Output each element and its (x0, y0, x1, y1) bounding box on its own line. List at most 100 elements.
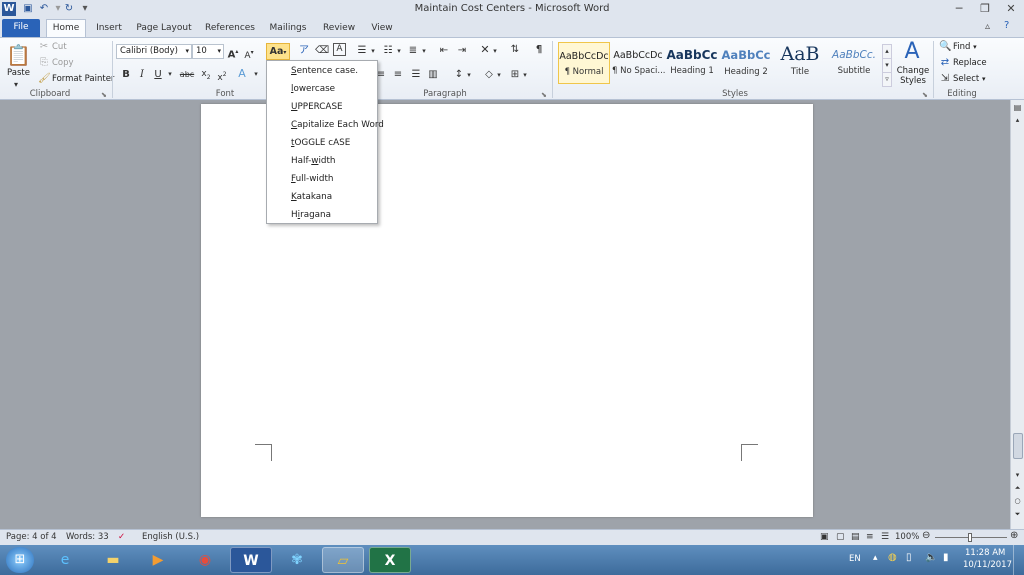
input-language[interactable]: EN (849, 554, 861, 564)
asian-layout-icon[interactable]: ✕ (478, 43, 492, 56)
change-styles-icon[interactable]: A (900, 40, 924, 64)
multilevel-list-icon[interactable]: ≣ (407, 44, 419, 57)
scroll-up-icon[interactable]: ▴ (1012, 114, 1023, 127)
format-painter-button[interactable]: Format Painter (52, 73, 114, 85)
tray-arrow-icon[interactable]: ▴ (873, 553, 878, 563)
zoom-out-icon[interactable]: ⊖ (922, 530, 930, 541)
change-case-option[interactable]: tOGGLE cASE (291, 138, 350, 148)
ruler-toggle-icon[interactable]: ▤ (1012, 101, 1023, 114)
print-layout-view-icon[interactable]: ▣ (820, 532, 829, 542)
media-player-icon[interactable]: ▶ (137, 547, 179, 573)
scroll-down-icon[interactable]: ▾ (1012, 469, 1023, 482)
style-heading-1[interactable]: AaBbCc Heading 1 (666, 42, 718, 84)
styles-more-icon[interactable]: ▿ (882, 72, 892, 87)
shading-dropdown-icon[interactable]: ▾ (496, 69, 502, 82)
underline-icon[interactable]: U (153, 68, 163, 81)
bold-icon[interactable]: B (121, 68, 131, 81)
italic-icon[interactable]: I (137, 68, 147, 81)
network-icon[interactable]: ▮ (943, 552, 949, 563)
folder-app-icon[interactable]: ▱ (322, 547, 364, 573)
borders-dropdown-icon[interactable]: ▾ (522, 69, 528, 82)
underline-dropdown-icon[interactable]: ▾ (166, 68, 174, 81)
cut-button[interactable]: Cut (52, 41, 67, 53)
line-spacing-icon[interactable]: ↕ (452, 68, 466, 81)
grow-font-icon[interactable]: A▴ (227, 45, 239, 61)
styles-scroll-up-icon[interactable]: ▴ (882, 44, 892, 59)
vertical-scrollbar[interactable]: ▤ ▴ ▾ ⏶ ○ ⏷ (1010, 100, 1024, 529)
shrink-font-icon[interactable]: A▾ (243, 46, 255, 63)
word-count[interactable]: Words: 33 (66, 532, 109, 542)
clock-date[interactable]: 10/11/2017 (963, 560, 1012, 570)
replace-button[interactable]: Replace (953, 57, 987, 69)
minimize-ribbon-icon[interactable]: ▵ (985, 21, 990, 32)
align-right-icon[interactable]: ≡ (392, 68, 404, 81)
styles-scroll-down-icon[interactable]: ▾ (882, 58, 892, 73)
change-case-option[interactable]: Hiragana (291, 210, 331, 220)
bullets-dropdown-icon[interactable]: ▾ (370, 45, 376, 58)
change-case-option[interactable]: Capitalize Each Word (291, 120, 384, 130)
page-count[interactable]: Page: 4 of 4 (6, 532, 57, 542)
zoom-in-icon[interactable]: ⊕ (1010, 530, 1018, 541)
scroll-thumb[interactable] (1013, 433, 1023, 459)
tab-view[interactable]: View (366, 20, 398, 37)
change-case-option[interactable]: Full-width (291, 174, 333, 184)
change-case-button[interactable]: Aa▾ (266, 43, 290, 60)
multilevel-dropdown-icon[interactable]: ▾ (421, 45, 427, 58)
increase-indent-icon[interactable]: ⇥ (455, 44, 469, 57)
web-layout-view-icon[interactable]: ▤ (851, 532, 860, 542)
proofing-icon[interactable]: ✓ (118, 532, 125, 542)
internet-explorer-icon[interactable]: e (44, 547, 86, 573)
character-border-icon[interactable]: A (333, 43, 346, 56)
tab-insert[interactable]: Insert (92, 20, 126, 37)
paste-button[interactable]: Paste (7, 67, 30, 79)
show-marks-icon[interactable]: ¶ (533, 43, 545, 56)
full-screen-view-icon[interactable]: ▢ (836, 532, 845, 542)
start-button[interactable]: ⊞ (6, 547, 34, 573)
copy-button[interactable]: Copy (52, 57, 74, 69)
previous-page-icon[interactable]: ⏶ (1012, 482, 1023, 495)
decrease-indent-icon[interactable]: ⇤ (437, 44, 451, 57)
browse-object-icon[interactable]: ○ (1012, 495, 1023, 508)
select-button[interactable]: Select ▾ (953, 73, 985, 85)
word-taskbar-icon[interactable]: W (230, 547, 272, 573)
text-effects-dropdown-icon[interactable]: ▾ (252, 68, 260, 81)
excel-taskbar-icon[interactable]: X (369, 547, 411, 573)
style-no-spacing[interactable]: AaBbCcDc ¶ No Spaci... (612, 42, 666, 84)
next-page-icon[interactable]: ⏷ (1012, 508, 1023, 521)
language-indicator[interactable]: English (U.S.) (142, 532, 199, 542)
change-case-option[interactable]: lowercase (291, 84, 335, 94)
text-effects-icon[interactable]: A (236, 67, 248, 80)
change-case-option[interactable]: UPPERCASE (291, 102, 343, 112)
chevron-down-icon[interactable]: ▾ (217, 45, 221, 58)
strikethrough-icon[interactable]: abc (179, 68, 195, 81)
tray-app-icon[interactable]: ◍ (888, 552, 897, 563)
zoom-level[interactable]: 100% (895, 532, 919, 542)
change-case-option[interactable]: Katakana (291, 192, 332, 202)
change-styles-button[interactable]: Change Styles (896, 66, 930, 86)
help-icon[interactable]: ? (1004, 20, 1009, 31)
paste-icon[interactable]: 📋 (6, 42, 31, 68)
tab-mailings[interactable]: Mailings (266, 20, 310, 37)
superscript-icon[interactable]: x2 (216, 68, 228, 85)
distributed-icon[interactable]: ▥ (427, 68, 439, 81)
volume-icon[interactable]: 🔈 (925, 552, 937, 563)
battery-icon[interactable]: ▯ (906, 552, 912, 563)
people-app-icon[interactable]: ✾ (276, 547, 318, 573)
tab-references[interactable]: References (202, 20, 258, 37)
font-size-combo[interactable]: 10 ▾ (192, 44, 224, 59)
phonetic-guide-icon[interactable]: ア (298, 44, 310, 57)
chrome-icon[interactable]: ◉ (184, 547, 226, 573)
find-button[interactable]: Find ▾ (953, 41, 977, 53)
change-case-option[interactable]: Sentence case. (291, 66, 358, 76)
tab-page-layout[interactable]: Page Layout (134, 20, 194, 37)
chevron-down-icon[interactable]: ▾ (185, 45, 189, 58)
tab-file[interactable]: File (2, 19, 40, 37)
draft-view-icon[interactable]: ☰ (881, 532, 889, 542)
justify-icon[interactable]: ☰ (410, 68, 422, 81)
sort-icon[interactable]: ⇅ (508, 43, 522, 56)
outline-view-icon[interactable]: ≡ (866, 532, 874, 542)
clear-formatting-icon[interactable]: ⌫ (315, 44, 329, 57)
restore-icon[interactable]: ❐ (972, 0, 998, 18)
close-icon[interactable]: ✕ (998, 0, 1024, 18)
line-spacing-dropdown-icon[interactable]: ▾ (466, 69, 472, 82)
